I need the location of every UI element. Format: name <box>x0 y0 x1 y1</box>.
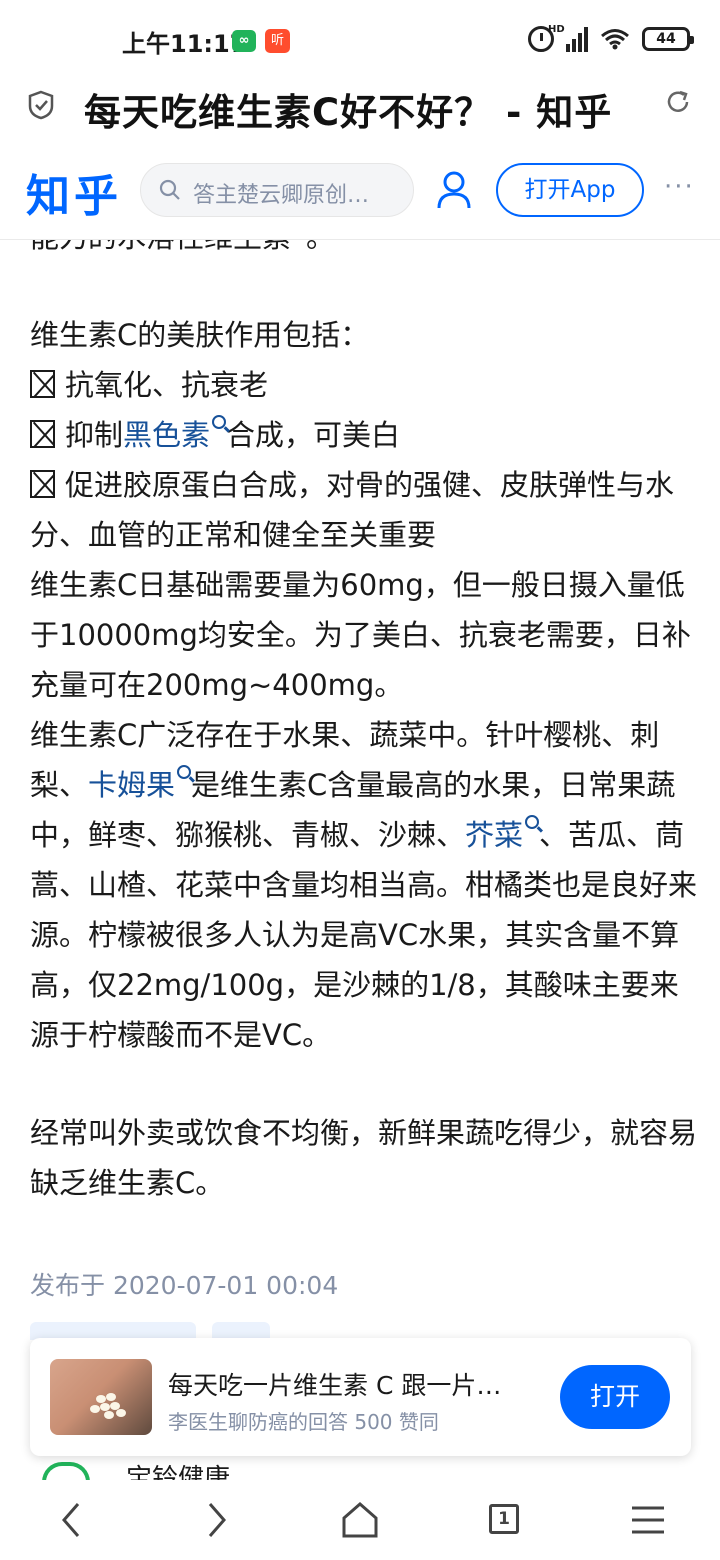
checkbox-icon <box>30 470 55 498</box>
dosage-paragraph: 维生素C日基础需要量为60mg，但一般日摄入量低于10000mg均安全。为了美白… <box>30 568 691 702</box>
battery-icon: 44 <box>642 27 694 51</box>
article-partial-line: 能力的水溶性维生素”。 <box>30 240 698 268</box>
checkbox-icon <box>30 370 55 398</box>
bottom-nav: 1 <box>0 1480 720 1560</box>
hd-label: HD <box>548 24 565 35</box>
keyword-link-mustard[interactable]: 芥菜 <box>465 818 523 852</box>
tab-count: 1 <box>489 1504 519 1534</box>
card-title[interactable]: 每天吃一片维生素 C 跟一片… <box>168 1366 538 1402</box>
author-name: 宝铃健康 <box>126 1464 231 1480</box>
wifi-icon <box>601 29 629 50</box>
search-placeholder: 答主楚云卿原创… <box>193 183 370 208</box>
card-open-button[interactable]: 打开 <box>560 1365 670 1429</box>
related-answer-card[interactable]: 每天吃一片维生素 C 跟一片… 李医生聊防癌的回答 500 赞同 打开 <box>30 1338 691 1456</box>
notification-listen-icon: 听 <box>265 29 290 53</box>
publish-date: 发布于 2020-07-01 00:04 <box>30 1271 339 1300</box>
shield-check-icon[interactable] <box>28 90 54 120</box>
article-content: 能力的水溶性维生素”。 维生素C的美肤作用包括： 抗氧化、抗衰老 抑制黑色素合成… <box>0 240 720 1340</box>
tabs-icon[interactable]: 1 <box>482 1498 526 1542</box>
open-app-button[interactable]: 打开App <box>496 163 644 217</box>
zhihu-header: 知乎 答主楚云卿原创… 打开App ··· <box>0 136 720 240</box>
reload-icon[interactable] <box>664 88 692 116</box>
checkbox-icon <box>30 420 55 448</box>
menu-icon[interactable] <box>626 1498 670 1542</box>
back-icon[interactable] <box>50 1498 94 1542</box>
sources-paragraph: 维生素C广泛存在于水果、蔬菜中。针叶樱桃、刺梨、卡姆果 是维生素C含量最高的水果，… <box>30 718 698 1052</box>
user-icon[interactable] <box>436 170 472 210</box>
home-icon[interactable] <box>338 1498 382 1542</box>
keyword-link-melanin[interactable]: 黑色素 <box>123 418 210 452</box>
page-title: 每天吃维生素C好不好？ - 知乎 <box>84 91 613 132</box>
card-subtitle: 李医生聊防癌的回答 500 赞同 <box>168 1410 439 1434</box>
thumbnail-image <box>50 1359 152 1435</box>
benefit-item: 促进胶原蛋白合成，对骨的强健、皮肤弹性与水分、血管的正常和健全至关重要 <box>30 468 675 552</box>
search-icon <box>159 179 180 200</box>
search-keyword-icon[interactable] <box>177 765 192 779</box>
forward-icon[interactable] <box>194 1498 238 1542</box>
keyword-link-camu[interactable]: 卡姆果 <box>88 768 175 802</box>
search-keyword-icon[interactable] <box>525 815 540 829</box>
signal-icon: HD <box>548 24 588 52</box>
benefit-item: 抗氧化、抗衰老 <box>30 360 698 410</box>
notification-app-icon: ∞ <box>232 30 256 52</box>
status-time: 上午11:17 <box>122 30 247 58</box>
more-icon[interactable]: ··· <box>664 172 695 202</box>
browser-title-bar: 每天吃维生素C好不好？ - 知乎 <box>0 78 720 136</box>
avatar <box>42 1462 90 1482</box>
benefit-item: 抑制黑色素 合成，可美白 <box>30 410 698 460</box>
search-input[interactable]: 答主楚云卿原创… <box>140 163 414 217</box>
beauty-intro: 维生素C的美肤作用包括： <box>30 318 370 352</box>
search-keyword-icon[interactable] <box>212 415 227 429</box>
deficiency-paragraph: 经常叫外卖或饮食不均衡，新鲜果蔬吃得少，就容易缺乏维生素C。 <box>30 1116 698 1200</box>
zhihu-logo[interactable]: 知乎 <box>26 160 122 224</box>
status-bar: 上午11:17 ∞ 听 HD 44 <box>0 0 720 78</box>
